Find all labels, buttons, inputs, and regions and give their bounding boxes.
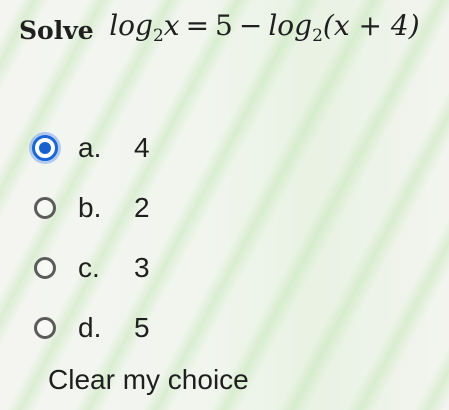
option-d[interactable]: d. 5 (34, 298, 150, 358)
log-function: log (109, 9, 153, 42)
question-lead: Solve (19, 16, 94, 45)
constant: 5 (215, 9, 233, 42)
option-value: 2 (134, 192, 150, 223)
option-b[interactable]: b. 2 (34, 178, 150, 238)
option-letter: c. (78, 252, 100, 283)
option-a[interactable]: a. 4 (32, 118, 150, 178)
equals-sign: = (185, 9, 210, 42)
log-base: 2 (312, 26, 323, 46)
option-value: 4 (134, 132, 150, 163)
option-letter: b. (78, 192, 102, 223)
question-text: Solve log2x = 5− log2(x + 4) (19, 8, 420, 54)
clear-choice-link[interactable]: Clear my choice (48, 364, 249, 396)
option-c[interactable]: c. 3 (34, 238, 150, 298)
variable: x (163, 9, 180, 42)
log-function: log (268, 9, 313, 42)
option-letter: a. (78, 132, 102, 163)
option-value: 5 (134, 312, 150, 343)
radio-button[interactable] (34, 317, 56, 339)
option-value: 3 (134, 252, 150, 283)
log-argument: (x + 4) (322, 9, 420, 42)
log-base: 2 (152, 26, 164, 46)
answer-options: a. 4 b. 2 c. 3 d. 5 (32, 118, 150, 358)
minus-sign: − (238, 9, 263, 42)
radio-button[interactable] (34, 257, 56, 279)
radio-button[interactable] (34, 197, 56, 219)
equation: log2x = 5− log2(x + 4) (109, 9, 420, 46)
radio-button-selected[interactable] (32, 135, 58, 161)
option-letter: d. (78, 312, 102, 343)
